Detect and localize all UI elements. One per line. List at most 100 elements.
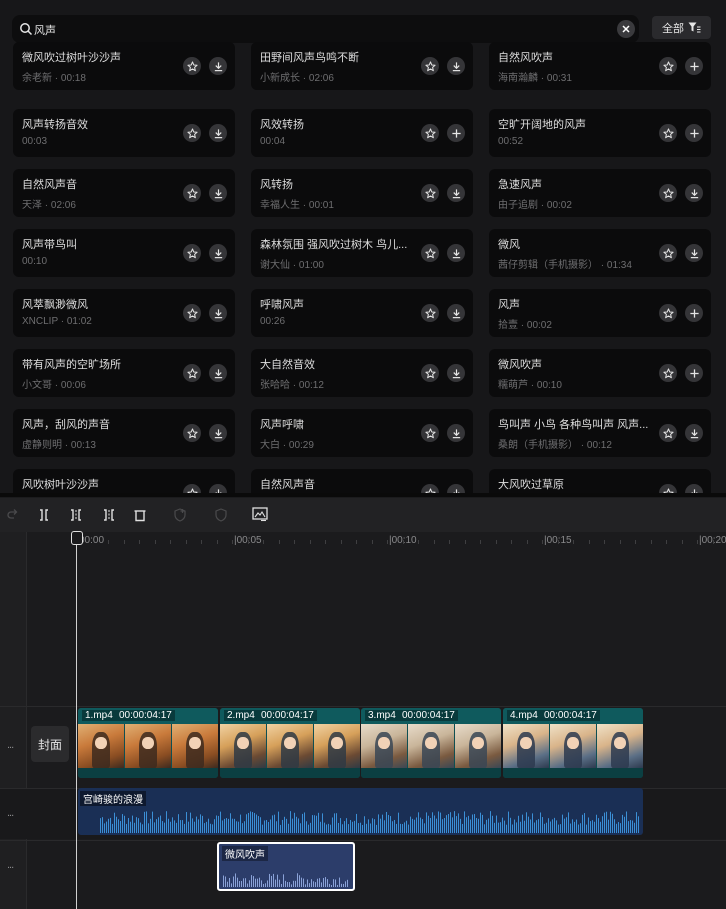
sound-card[interactable]: 森林氛围 强风吹过树木 鸟儿... 谢大仙 · 01:00 xyxy=(251,229,473,277)
clip-name: 1.mp4 xyxy=(82,710,116,721)
add-button[interactable] xyxy=(685,304,703,322)
sound-card[interactable]: 微风 茜仔剪辑（手机摄影） · 01:34 xyxy=(489,229,711,277)
download-button[interactable] xyxy=(685,184,703,202)
favorite-button[interactable] xyxy=(659,57,677,75)
waveform-bar xyxy=(624,816,625,833)
filter-button[interactable]: 全部 xyxy=(652,16,711,39)
auto-caption-button[interactable] xyxy=(251,506,269,524)
favorite-button[interactable] xyxy=(421,184,439,202)
add-button[interactable] xyxy=(685,124,703,142)
favorite-button[interactable] xyxy=(183,244,201,262)
mask-button[interactable] xyxy=(212,506,230,524)
add-button[interactable] xyxy=(447,124,465,142)
waveform-bar xyxy=(142,824,143,833)
ruler-tick xyxy=(604,540,605,544)
favorite-button[interactable] xyxy=(183,57,201,75)
sound-card[interactable]: 带有风声的空旷场所 小文哥 · 00:06 xyxy=(13,349,235,397)
add-button[interactable] xyxy=(685,57,703,75)
sound-card[interactable]: 自然风声音 天泽 · 02:06 xyxy=(13,169,235,217)
sound-card[interactable]: 急速风声 由子追剧 · 00:02 xyxy=(489,169,711,217)
download-button[interactable] xyxy=(447,364,465,382)
download-button[interactable] xyxy=(209,57,227,75)
sound-card[interactable]: 风效转扬 00:04 xyxy=(251,109,473,157)
favorite-button[interactable] xyxy=(421,304,439,322)
sound-card[interactable]: 风声带鸟叫 00:10 xyxy=(13,229,235,277)
sound-card[interactable]: 风声呼啸 大白 · 00:29 xyxy=(251,409,473,457)
sound-card[interactable]: 微风吹过树叶沙沙声 余老新 · 00:18 xyxy=(13,42,235,90)
favorite-button[interactable] xyxy=(183,364,201,382)
sfx-track-menu[interactable]: ... xyxy=(7,859,14,871)
sound-card[interactable]: 风声 拾壹 · 00:02 xyxy=(489,289,711,337)
music-clip[interactable]: 宫崎骏的浪漫 xyxy=(78,788,643,835)
clip-thumbnail xyxy=(172,724,218,768)
video-clip[interactable]: 2.mp4 00:00:04:17 xyxy=(220,708,360,778)
download-button[interactable] xyxy=(209,124,227,142)
sound-card[interactable]: 风萃飘渺微风 XNCLIP · 01:02 xyxy=(13,289,235,337)
download-button[interactable] xyxy=(685,424,703,442)
sound-card[interactable]: 田野间风声鸟鸣不断 小新成长 · 02:06 xyxy=(251,42,473,90)
download-button[interactable] xyxy=(447,184,465,202)
sound-card[interactable]: 大自然音效 张哈哈 · 00:12 xyxy=(251,349,473,397)
sound-card[interactable]: 风转扬 幸福人生 · 00:01 xyxy=(251,169,473,217)
favorite-button[interactable] xyxy=(659,124,677,142)
download-button[interactable] xyxy=(447,424,465,442)
trim-left-button[interactable] xyxy=(67,506,85,524)
panel-divider[interactable] xyxy=(0,493,726,497)
download-button[interactable] xyxy=(209,244,227,262)
favorite-button[interactable] xyxy=(659,364,677,382)
sfx-clip[interactable]: 微风吹声 xyxy=(217,842,355,891)
redo-button[interactable] xyxy=(4,506,22,524)
trim-right-button[interactable] xyxy=(100,506,118,524)
time-ruler[interactable]: 00:00|00:05|00:10|00:15|00:20 xyxy=(77,532,726,550)
favorite-button[interactable] xyxy=(659,304,677,322)
sound-card[interactable]: 鸟叫声 小鸟 各种鸟叫声 风声... 桑朗（手机摄影） · 00:12 xyxy=(489,409,711,457)
sound-meta: 余老新 · 00:18 xyxy=(22,73,86,84)
sound-card[interactable]: 微风吹声 糯萌芦 · 00:10 xyxy=(489,349,711,397)
favorite-button[interactable] xyxy=(183,184,201,202)
favorite-button[interactable] xyxy=(659,244,677,262)
music-track-menu[interactable]: ... xyxy=(7,807,14,819)
sound-title: 大风吹过草原 xyxy=(498,479,564,491)
waveform-bar xyxy=(318,812,319,833)
sound-card[interactable]: 风声转扬音效 00:03 xyxy=(13,109,235,157)
waveform-bar xyxy=(450,812,451,833)
favorite-button[interactable] xyxy=(421,244,439,262)
download-button[interactable] xyxy=(209,184,227,202)
download-button[interactable] xyxy=(447,304,465,322)
download-button[interactable] xyxy=(685,244,703,262)
download-button[interactable] xyxy=(209,424,227,442)
favorite-button[interactable] xyxy=(421,57,439,75)
delete-button[interactable] xyxy=(131,506,149,524)
favorite-button[interactable] xyxy=(659,184,677,202)
favorite-button[interactable] xyxy=(421,124,439,142)
video-clip[interactable]: 1.mp4 00:00:04:17 xyxy=(78,708,218,778)
favorite-button[interactable] xyxy=(183,424,201,442)
add-button[interactable] xyxy=(685,364,703,382)
sound-card[interactable]: 呼啸风声 00:26 xyxy=(251,289,473,337)
favorite-button[interactable] xyxy=(183,304,201,322)
download-button[interactable] xyxy=(209,304,227,322)
favorite-button[interactable] xyxy=(183,124,201,142)
playhead-handle[interactable] xyxy=(71,531,83,545)
favorite-button[interactable] xyxy=(421,424,439,442)
video-clip[interactable]: 3.mp4 00:00:04:17 xyxy=(361,708,501,778)
download-button[interactable] xyxy=(447,57,465,75)
video-clip[interactable]: 4.mp4 00:00:04:17 xyxy=(503,708,643,778)
sound-card[interactable]: 风声，刮风的声音 虚静则明 · 00:13 xyxy=(13,409,235,457)
search-input[interactable]: 风声 xyxy=(12,15,639,43)
add-marker-button[interactable] xyxy=(171,506,189,524)
split-button[interactable] xyxy=(35,506,53,524)
cover-button[interactable]: 封面 xyxy=(31,726,69,762)
download-button[interactable] xyxy=(447,244,465,262)
waveform-bar xyxy=(502,817,503,833)
playhead[interactable] xyxy=(76,538,77,909)
video-track-menu[interactable]: ... xyxy=(7,739,14,751)
favorite-button[interactable] xyxy=(659,424,677,442)
download-button[interactable] xyxy=(209,364,227,382)
waveform-bar xyxy=(416,817,417,833)
clear-search-button[interactable] xyxy=(617,20,635,38)
favorite-button[interactable] xyxy=(421,364,439,382)
star-icon xyxy=(186,187,198,199)
sound-card[interactable]: 自然风吹声 海南瀚麟 · 00:31 xyxy=(489,42,711,90)
sound-card[interactable]: 空旷开阔地的风声 00:52 xyxy=(489,109,711,157)
